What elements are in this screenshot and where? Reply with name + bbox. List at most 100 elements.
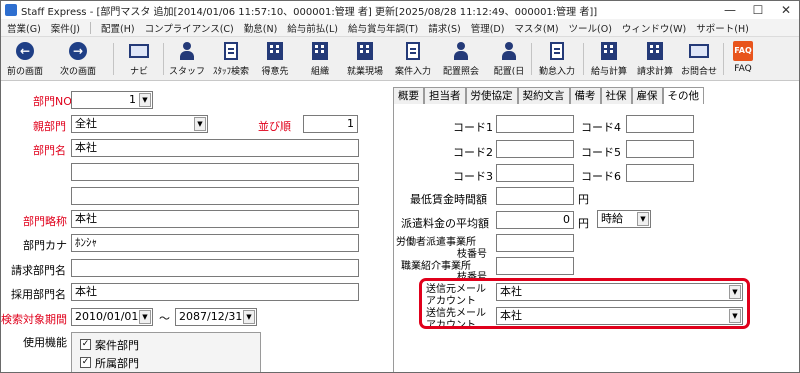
job-dept-checkbox[interactable]: ✓ <box>80 339 91 350</box>
chevron-down-icon[interactable]: ▼ <box>637 212 649 226</box>
order-input[interactable]: 1 <box>303 115 358 133</box>
prev-screen-button[interactable]: ← 前の画面 <box>3 39 47 79</box>
next-screen-button[interactable]: → 次の画面 <box>53 39 103 79</box>
tab-social-insurance[interactable]: 社保 <box>600 87 632 104</box>
payroll-icon <box>601 42 617 60</box>
dept-no-label: 部門NO <box>33 95 72 108</box>
dept-name-line3-input[interactable] <box>71 187 359 205</box>
highlight-outline <box>419 278 750 329</box>
menu-admin[interactable]: 管理(D) <box>471 21 505 35</box>
affiliation-dept-checkbox[interactable]: ✓ <box>80 357 91 368</box>
chevron-down-icon[interactable]: ▼ <box>139 93 151 107</box>
menu-advance-pay[interactable]: 給与前払(L) <box>287 21 338 35</box>
parent-dept-select[interactable]: 全社 ▼ <box>71 115 208 133</box>
toolbar-separator <box>163 43 164 75</box>
close-button[interactable]: ✕ <box>773 1 799 19</box>
code5-input[interactable] <box>626 140 694 158</box>
tab-contract-wording[interactable]: 契約文言 <box>517 87 570 104</box>
menu-jobs[interactable]: 案件(J) <box>51 21 80 35</box>
code1-input[interactable] <box>496 115 574 133</box>
code6-label: コード6 <box>581 170 621 183</box>
menu-sales[interactable]: 営業(G) <box>7 21 41 35</box>
period-to-select[interactable]: 2087/12/31 ▼ <box>175 308 257 326</box>
person-icon <box>180 42 194 60</box>
chevron-down-icon[interactable]: ▼ <box>139 310 151 324</box>
work-site-button[interactable]: 就業現場 <box>343 39 387 79</box>
tab-contact-person[interactable]: 担当者 <box>424 87 466 104</box>
menu-placement[interactable]: 配置(H) <box>101 21 135 35</box>
placement-day-button[interactable]: 配置(日 <box>489 39 529 79</box>
avg-fee-period-select[interactable]: 時給 ▼ <box>597 210 651 228</box>
tab-labor-agreement[interactable]: 労使協定 <box>465 87 518 104</box>
dept-name-input[interactable]: 本社 <box>71 139 359 157</box>
dept-kana-input[interactable]: ﾎﾝｼｬ <box>71 234 359 252</box>
org-button[interactable]: 組織 <box>303 39 337 79</box>
tab-overview[interactable]: 概要 <box>393 87 424 104</box>
contact-button[interactable]: お問合せ <box>677 39 721 79</box>
period-from-select[interactable]: 2010/01/01 ▼ <box>71 308 153 326</box>
menu-payroll[interactable]: 給与賞与年調(T) <box>348 21 418 35</box>
billing-icon <box>647 42 663 60</box>
staff-button[interactable]: スタッフ <box>169 39 205 79</box>
placement-branch-input[interactable] <box>496 257 574 275</box>
billing-calc-label: 請求計算 <box>636 67 673 77</box>
hire-dept-input[interactable]: 本社 <box>71 283 359 301</box>
navi-button[interactable]: ナビ <box>123 39 155 79</box>
upload-icon <box>689 44 709 58</box>
avg-fee-label: 派遣料金の平均額 <box>401 217 489 230</box>
org-chart-icon <box>312 42 328 60</box>
toolbar-separator <box>531 43 532 75</box>
faq-button[interactable]: FAQ FAQ <box>727 39 759 79</box>
menu-master[interactable]: マスタ(M) <box>514 21 558 35</box>
faq-label: FAQ <box>734 64 752 74</box>
dept-no-select[interactable]: 1 ▼ <box>71 91 153 109</box>
min-wage-unit: 円 <box>578 193 589 206</box>
app-logo-icon <box>5 4 17 16</box>
menu-support[interactable]: サポート(H) <box>696 21 749 35</box>
chevron-down-icon[interactable]: ▼ <box>243 310 255 324</box>
dept-short-label: 部門略称 <box>23 215 67 228</box>
client-label: 得意先 <box>261 67 289 77</box>
tab-employment-insurance[interactable]: 雇保 <box>631 87 663 104</box>
min-wage-input[interactable] <box>496 187 574 205</box>
title-bar: Staff Express - [部門マスタ 追加[2014/01/06 11:… <box>1 1 799 19</box>
maximize-button[interactable]: ☐ <box>745 1 771 19</box>
staff-label: スタッフ <box>169 67 206 77</box>
code4-input[interactable] <box>626 115 694 133</box>
faq-icon: FAQ <box>733 41 753 61</box>
menu-compliance[interactable]: コンプライアンス(C) <box>145 21 234 35</box>
monitor-icon <box>129 44 149 58</box>
minimize-button[interactable]: — <box>717 1 743 19</box>
placement-inquiry-button[interactable]: 配置照会 <box>439 39 483 79</box>
menu-billing[interactable]: 請求(S) <box>428 21 460 35</box>
dept-name-line2-input[interactable] <box>71 163 359 181</box>
parent-dept-value: 全社 <box>75 117 97 130</box>
attendance-entry-button[interactable]: 勤怠入力 <box>535 39 579 79</box>
menu-attendance[interactable]: 勤怠(N) <box>244 21 278 35</box>
toolbar: ← 前の画面 → 次の画面 ナビ スタッフ ｽﾀｯﾌ検索 得意先 組織 就業現場… <box>1 37 799 81</box>
menu-window[interactable]: ウィンドウ(W) <box>622 21 686 35</box>
dept-no-value: 1 <box>129 93 136 106</box>
billing-calc-button[interactable]: 請求計算 <box>633 39 677 79</box>
job-entry-label: 案件入力 <box>394 67 431 77</box>
avg-fee-input[interactable]: 0 <box>496 211 574 229</box>
chevron-down-icon[interactable]: ▼ <box>194 117 206 131</box>
dept-short-input[interactable]: 本社 <box>71 210 359 228</box>
code3-input[interactable] <box>496 164 574 182</box>
staff-search-label: ｽﾀｯﾌ検索 <box>212 67 249 77</box>
bill-dept-input[interactable] <box>71 259 359 277</box>
payroll-calc-button[interactable]: 給与計算 <box>587 39 631 79</box>
tab-other[interactable]: その他 <box>662 87 704 104</box>
code2-input[interactable] <box>496 140 574 158</box>
dispatch-branch-input[interactable] <box>496 234 574 252</box>
tab-notes[interactable]: 備考 <box>569 87 601 104</box>
code6-input[interactable] <box>626 164 694 182</box>
client-button[interactable]: 得意先 <box>257 39 293 79</box>
menu-tools[interactable]: ツール(O) <box>569 21 612 35</box>
job-entry-button[interactable]: 案件入力 <box>391 39 435 79</box>
menu-bar: 営業(G) 案件(J) 配置(H) コンプライアンス(C) 勤怠(N) 給与前払… <box>1 19 799 37</box>
staff-search-button[interactable]: ｽﾀｯﾌ検索 <box>209 39 253 79</box>
attendance-icon <box>550 42 564 60</box>
search-period-label: 検索対象期間 <box>1 313 67 326</box>
parent-dept-label: 親部門 <box>33 120 66 133</box>
